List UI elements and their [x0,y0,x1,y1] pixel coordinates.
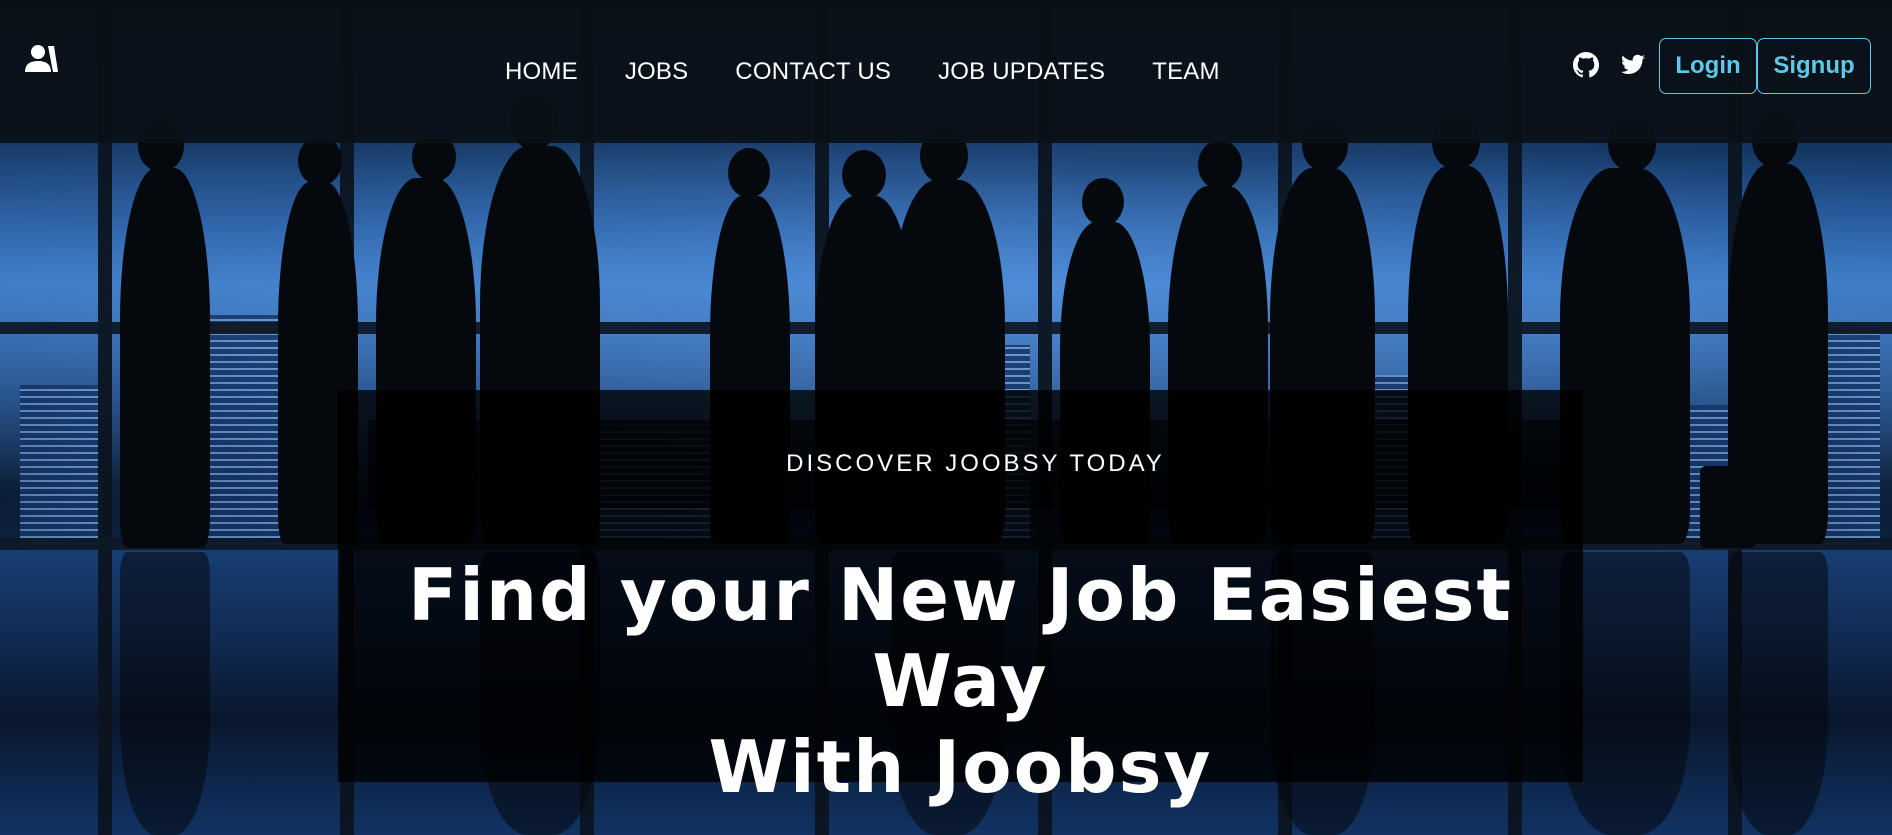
skyline-building [20,385,100,545]
nav-link-job-updates[interactable]: JOB UPDATES [938,58,1105,86]
hero-title: Find your New Job Easiest Way With Joobs… [338,552,1583,810]
hero-subtitle: DISCOVER JOOBSY TODAY [786,450,1165,477]
briefcase-silhouette [1700,466,1756,548]
person-silhouette [298,136,342,186]
person-silhouette [728,148,770,198]
nav-link-jobs[interactable]: JOBS [625,58,688,86]
login-button[interactable]: Login [1659,38,1757,94]
user-logo-icon[interactable] [22,42,62,76]
hero-title-line1: Find your New Job Easiest Way [408,553,1513,723]
nav-link-team[interactable]: TEAM [1152,58,1219,86]
floor-reflection [1728,552,1828,835]
nav-link-home[interactable]: HOME [505,58,578,86]
hero-subtitle-panel: DISCOVER JOOBSY TODAY [368,420,1583,508]
person-silhouette [842,150,886,200]
person-silhouette [1082,178,1124,226]
person-silhouette [1198,140,1242,190]
floor-reflection [120,552,210,835]
main-nav: HOME JOBS CONTACT US JOB UPDATES TEAM [505,58,1267,86]
hero-title-line2: With Joobsy [708,725,1213,809]
nav-link-contact-us[interactable]: CONTACT US [735,58,891,86]
twitter-icon[interactable] [1620,52,1646,78]
signup-button[interactable]: Signup [1757,38,1871,94]
person-silhouette [120,168,210,548]
github-icon[interactable] [1573,52,1599,78]
top-navbar: HOME JOBS CONTACT US JOB UPDATES TEAM Lo… [0,0,1892,143]
